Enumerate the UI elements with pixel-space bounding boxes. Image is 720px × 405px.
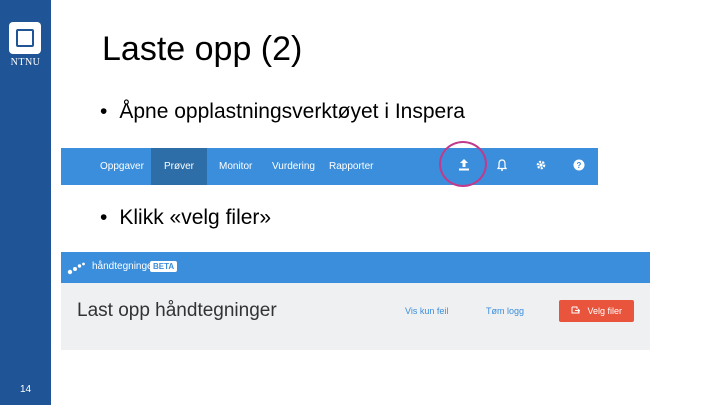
gear-icon[interactable]: [533, 158, 549, 174]
inspera-navbar: Oppgaver Prøver Monitor Vurdering Rappor…: [61, 148, 598, 185]
ntnu-sidebar: NTNU 14: [0, 0, 51, 405]
upload-heading: Last opp håndtegninger: [77, 300, 277, 321]
choose-files-label: Velg filer: [587, 306, 623, 316]
bullet-text: Åpne opplastningsverktøyet i Inspera: [119, 100, 465, 123]
upload-tool-header: håndtegninger BETA: [61, 252, 650, 283]
bell-icon[interactable]: [494, 158, 510, 174]
clear-log-link[interactable]: Tøm logg: [486, 306, 524, 316]
nav-item-rapporter[interactable]: Rapporter: [329, 148, 373, 185]
bullet-dot: •: [100, 100, 108, 123]
nav-item-oppgaver[interactable]: Oppgaver: [100, 148, 144, 185]
ntnu-logo-text: NTNU: [10, 57, 41, 68]
bullet-dot: •: [100, 206, 108, 229]
page-number: 14: [19, 384, 32, 395]
slide-title: Laste opp (2): [102, 30, 303, 68]
inspera-logo-icon: [67, 262, 85, 275]
show-errors-link[interactable]: Vis kun feil: [405, 306, 448, 316]
bullet-item: • Klikk «velg filer»: [100, 206, 271, 230]
bullet-item: • Åpne opplastningsverktøyet i Inspera: [100, 100, 465, 124]
choose-files-button[interactable]: Velg filer: [559, 300, 634, 322]
upload-highlight-circle: [439, 141, 487, 187]
svg-text:?: ?: [577, 161, 582, 170]
bullet-text: Klikk «velg filer»: [119, 206, 272, 229]
ntnu-logo: [9, 22, 41, 54]
upload-tool-panel: håndtegninger BETA Last opp håndtegninge…: [61, 252, 650, 350]
nav-item-prover[interactable]: Prøver: [151, 148, 207, 185]
help-icon[interactable]: ?: [571, 158, 587, 174]
nav-item-monitor[interactable]: Monitor: [219, 148, 252, 185]
beta-badge: BETA: [150, 261, 178, 272]
upload-tool-title: håndtegninger: [92, 261, 156, 272]
upload-file-icon: [571, 306, 583, 316]
nav-item-vurdering[interactable]: Vurdering: [272, 148, 315, 185]
